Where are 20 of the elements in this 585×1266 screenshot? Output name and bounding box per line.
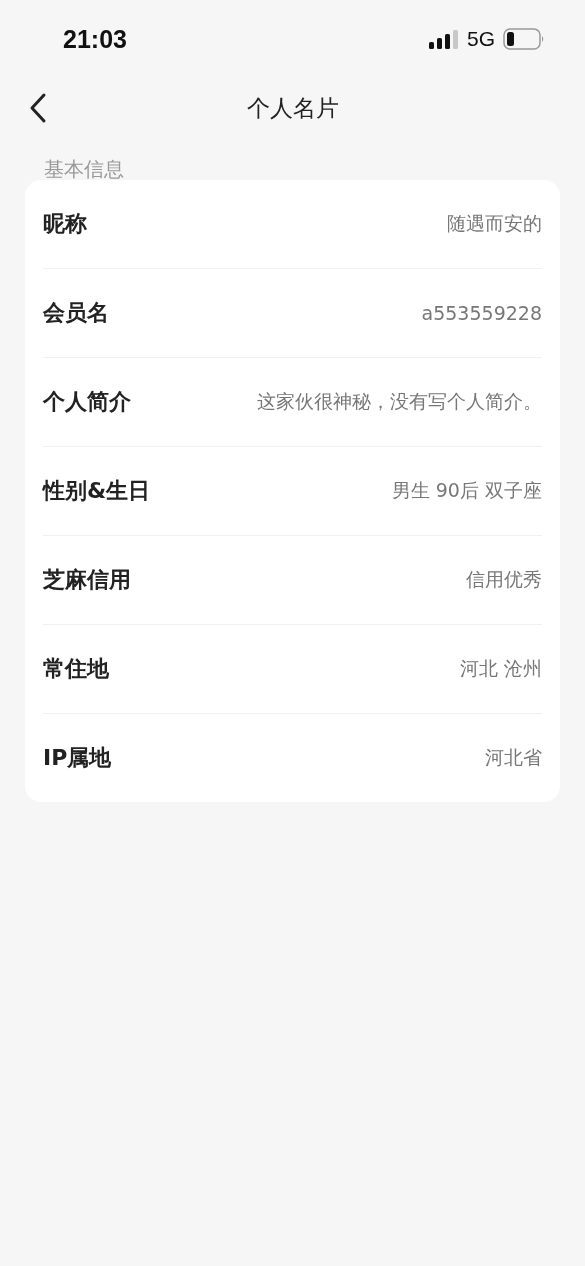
row-value: 这家伙很神秘，没有写个人简介。 bbox=[257, 389, 542, 414]
row-label: 芝麻信用 bbox=[43, 566, 131, 594]
row-label: IP属地 bbox=[43, 744, 112, 772]
network-label: 5G bbox=[467, 27, 495, 51]
row-label: 常住地 bbox=[43, 655, 109, 683]
row-value: a553559228 bbox=[421, 302, 542, 324]
section-title: 基本信息 bbox=[43, 156, 125, 180]
row-value: 河北省 bbox=[485, 745, 542, 770]
row-label: 个人简介 bbox=[43, 388, 131, 416]
row-label: 会员名 bbox=[43, 299, 109, 327]
row-label: 性别&生日 bbox=[43, 477, 151, 505]
row-value: 河北 沧州 bbox=[459, 656, 542, 681]
battery-icon bbox=[503, 28, 545, 50]
page-title: 个人名片 bbox=[246, 93, 339, 123]
row-value: 信用优秀 bbox=[466, 567, 542, 592]
signal-icon bbox=[429, 29, 459, 49]
row-value: 随遇而安的 bbox=[447, 211, 542, 236]
row-value: 男生 90后 双子座 bbox=[391, 478, 542, 503]
status-time: 21:03 bbox=[63, 24, 127, 54]
row-label: 昵称 bbox=[43, 210, 87, 238]
